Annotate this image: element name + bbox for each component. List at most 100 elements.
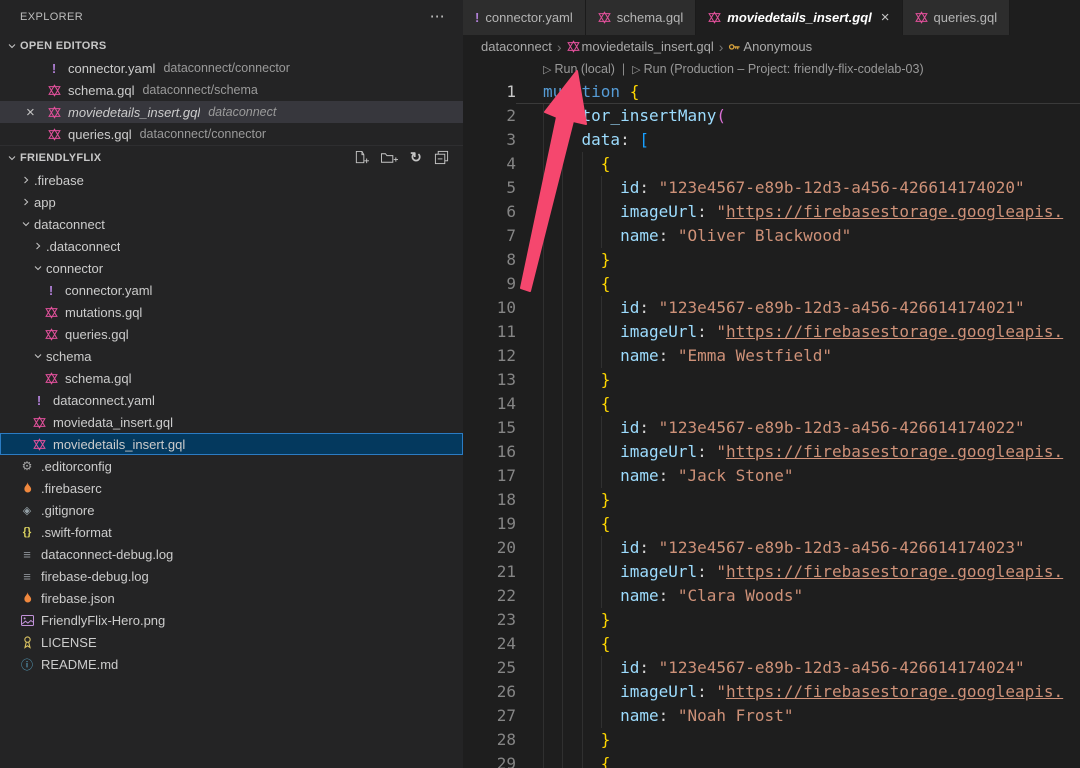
tree-item-mutations.gql[interactable]: mutations.gql (0, 301, 463, 323)
play-icon: ▷ (543, 62, 551, 76)
tab-queries.gql[interactable]: queries.gql (903, 0, 1011, 35)
more-actions-icon[interactable]: ⋯ (430, 0, 445, 35)
tree-item-schema[interactable]: schema (0, 345, 463, 367)
run-local-link[interactable]: ▷ Run (local) (543, 62, 615, 76)
breadcrumb-separator: › (719, 39, 724, 55)
tree-item-moviedetails_insert.gql[interactable]: moviedetails_insert.gql (0, 433, 463, 455)
code-line-5[interactable]: 5 id: "123e4567-e89b-12d3-a456-426614174… (463, 176, 1080, 200)
code-line-18[interactable]: 18 } (463, 488, 1080, 512)
code-line-3[interactable]: 3 data: [ (463, 128, 1080, 152)
yaml-warning-icon: ! (42, 283, 60, 298)
breadcrumb-item-Anonymous[interactable]: Anonymous (728, 39, 812, 54)
new-folder-icon[interactable] (381, 151, 398, 165)
tree-item-.dataconnect[interactable]: .dataconnect (0, 235, 463, 257)
tab-connector.yaml[interactable]: !connector.yaml (463, 0, 586, 35)
line-number: 11 (463, 320, 516, 344)
code-line-19[interactable]: 19 { (463, 512, 1080, 536)
tree-item-README.md[interactable]: ⓘREADME.md (0, 653, 463, 675)
line-content: id: "123e4567-e89b-12d3-a456-42661417402… (516, 536, 1080, 560)
code-line-4[interactable]: 4 { (463, 152, 1080, 176)
line-content: } (516, 488, 1080, 512)
code-line-9[interactable]: 9 { (463, 272, 1080, 296)
file-name: README.md (41, 657, 118, 672)
code-line-8[interactable]: 8 } (463, 248, 1080, 272)
tree-item-dataconnect.yaml[interactable]: !dataconnect.yaml (0, 389, 463, 411)
yaml-warning-icon: ! (30, 393, 48, 408)
code-line-2[interactable]: 2 actor_insertMany( (463, 104, 1080, 128)
code-line-1[interactable]: 1mutation { (463, 80, 1080, 104)
code-line-28[interactable]: 28 } (463, 728, 1080, 752)
breadcrumb-item-dataconnect[interactable]: dataconnect (481, 39, 552, 54)
line-content: } (516, 608, 1080, 632)
tree-item-.swift-format[interactable]: {}.swift-format (0, 521, 463, 543)
breadcrumb-item-moviedetails_insert.gql[interactable]: moviedetails_insert.gql (567, 39, 714, 54)
refresh-icon[interactable]: ↻ (410, 149, 422, 166)
open-editor-item-connector.yaml[interactable]: !connector.yamldataconnect/connector (0, 57, 463, 79)
file-name: FriendlyFlix-Hero.png (41, 613, 165, 628)
collapse-all-icon[interactable] (434, 150, 449, 165)
code-editor[interactable]: 1mutation {2 actor_insertMany(3 data: [4… (463, 80, 1080, 768)
image-icon (18, 615, 36, 626)
code-line-23[interactable]: 23 } (463, 608, 1080, 632)
open-editor-item-moviedetails_insert.gql[interactable]: ×moviedetails_insert.gqldataconnect (0, 101, 463, 123)
code-line-13[interactable]: 13 } (463, 368, 1080, 392)
tab-schema.gql[interactable]: schema.gql (586, 0, 696, 35)
code-line-11[interactable]: 11 imageUrl: "https://firebasestorage.go… (463, 320, 1080, 344)
tree-item-schema.gql[interactable]: schema.gql (0, 367, 463, 389)
tree-item-app[interactable]: app (0, 191, 463, 213)
line-number: 4 (463, 152, 516, 176)
log-icon: ≡ (18, 569, 36, 584)
line-number: 24 (463, 632, 516, 656)
tree-item-FriendlyFlix-Hero.png[interactable]: FriendlyFlix-Hero.png (0, 609, 463, 631)
explorer-title: EXPLORER (20, 11, 83, 23)
tree-item-moviedata_insert.gql[interactable]: moviedata_insert.gql (0, 411, 463, 433)
code-line-29[interactable]: 29 { (463, 752, 1080, 768)
workspace-header[interactable]: FRIENDLYFLIX ↻ (0, 145, 463, 169)
tree-item-connector[interactable]: connector (0, 257, 463, 279)
line-number: 8 (463, 248, 516, 272)
run-production-label: Run (Production – Project: friendly-flix… (644, 62, 924, 76)
code-line-6[interactable]: 6 imageUrl: "https://firebasestorage.goo… (463, 200, 1080, 224)
tree-item-.firebase[interactable]: .firebase (0, 169, 463, 191)
code-line-12[interactable]: 12 name: "Emma Westfield" (463, 344, 1080, 368)
code-line-7[interactable]: 7 name: "Oliver Blackwood" (463, 224, 1080, 248)
tree-item-dataconnect-debug.log[interactable]: ≡dataconnect-debug.log (0, 543, 463, 565)
tree-item-connector.yaml[interactable]: !connector.yaml (0, 279, 463, 301)
line-number: 17 (463, 464, 516, 488)
editor-group: !connector.yamlschema.gqlmoviedetails_in… (463, 0, 1080, 768)
code-line-21[interactable]: 21 imageUrl: "https://firebasestorage.go… (463, 560, 1080, 584)
tab-moviedetails_insert.gql[interactable]: moviedetails_insert.gql× (696, 0, 902, 35)
code-line-16[interactable]: 16 imageUrl: "https://firebasestorage.go… (463, 440, 1080, 464)
open-editors-header[interactable]: OPEN EDITORS (0, 34, 463, 57)
code-line-14[interactable]: 14 { (463, 392, 1080, 416)
tree-item-.editorconfig[interactable]: ⚙.editorconfig (0, 455, 463, 477)
close-icon[interactable]: × (881, 10, 890, 25)
tree-item-firebase.json[interactable]: firebase.json (0, 587, 463, 609)
open-editor-item-queries.gql[interactable]: queries.gqldataconnect/connector (0, 123, 463, 145)
new-file-icon[interactable] (354, 150, 369, 165)
code-line-10[interactable]: 10 id: "123e4567-e89b-12d3-a456-42661417… (463, 296, 1080, 320)
tree-item-firebase-debug.log[interactable]: ≡firebase-debug.log (0, 565, 463, 587)
line-number: 28 (463, 728, 516, 752)
close-icon[interactable]: × (26, 105, 35, 120)
code-line-17[interactable]: 17 name: "Jack Stone" (463, 464, 1080, 488)
tree-item-queries.gql[interactable]: queries.gql (0, 323, 463, 345)
code-line-25[interactable]: 25 id: "123e4567-e89b-12d3-a456-42661417… (463, 656, 1080, 680)
file-tree: .firebaseappdataconnect.dataconnectconne… (0, 169, 463, 675)
code-line-24[interactable]: 24 { (463, 632, 1080, 656)
graphql-icon (42, 372, 60, 385)
code-line-22[interactable]: 22 name: "Clara Woods" (463, 584, 1080, 608)
run-production-link[interactable]: ▷ Run (Production – Project: friendly-fl… (632, 62, 923, 76)
code-line-15[interactable]: 15 id: "123e4567-e89b-12d3-a456-42661417… (463, 416, 1080, 440)
tab-label: connector.yaml (485, 10, 572, 25)
code-line-20[interactable]: 20 id: "123e4567-e89b-12d3-a456-42661417… (463, 536, 1080, 560)
tree-item-dataconnect[interactable]: dataconnect (0, 213, 463, 235)
file-path: dataconnect/schema (142, 83, 257, 97)
tree-item-.gitignore[interactable]: ◈.gitignore (0, 499, 463, 521)
code-line-27[interactable]: 27 name: "Noah Frost" (463, 704, 1080, 728)
tree-item-.firebaserc[interactable]: .firebaserc (0, 477, 463, 499)
line-content: id: "123e4567-e89b-12d3-a456-42661417402… (516, 656, 1080, 680)
tree-item-LICENSE[interactable]: LICENSE (0, 631, 463, 653)
code-line-26[interactable]: 26 imageUrl: "https://firebasestorage.go… (463, 680, 1080, 704)
open-editor-item-schema.gql[interactable]: schema.gqldataconnect/schema (0, 79, 463, 101)
